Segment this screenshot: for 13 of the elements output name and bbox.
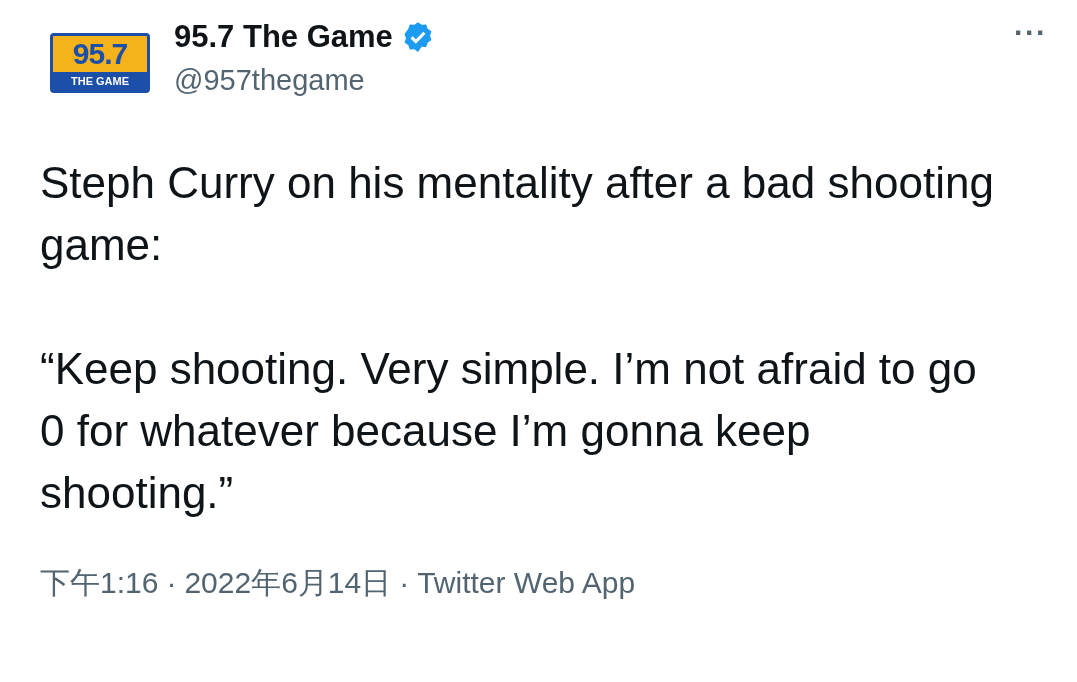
separator-dot: · [166,565,177,601]
avatar-logo[interactable]: 95.7 THE GAME [50,33,150,93]
more-menu-button[interactable]: ··· [1006,18,1055,48]
logo-tagline: THE GAME [53,72,147,90]
logo-number: 95.7 [71,36,129,72]
tweet-text: Steph Curry on his mentality after a bad shooting game: [40,157,995,271]
separator-dot: · [399,565,410,601]
source-link[interactable]: Twitter Web App [417,560,636,605]
author-name[interactable]: 95.7 The Game [174,18,393,56]
author-handle[interactable]: @957thegame [174,62,435,98]
tweet-time[interactable]: 下午1:16 [40,560,159,605]
tweet-date[interactable]: 2022年6月14日 [184,560,392,605]
tweet-text: “Keep shooting. Very simple. I’m not afraid to go 0 for whatever because I’m gonna keep shooting.” [40,343,978,519]
